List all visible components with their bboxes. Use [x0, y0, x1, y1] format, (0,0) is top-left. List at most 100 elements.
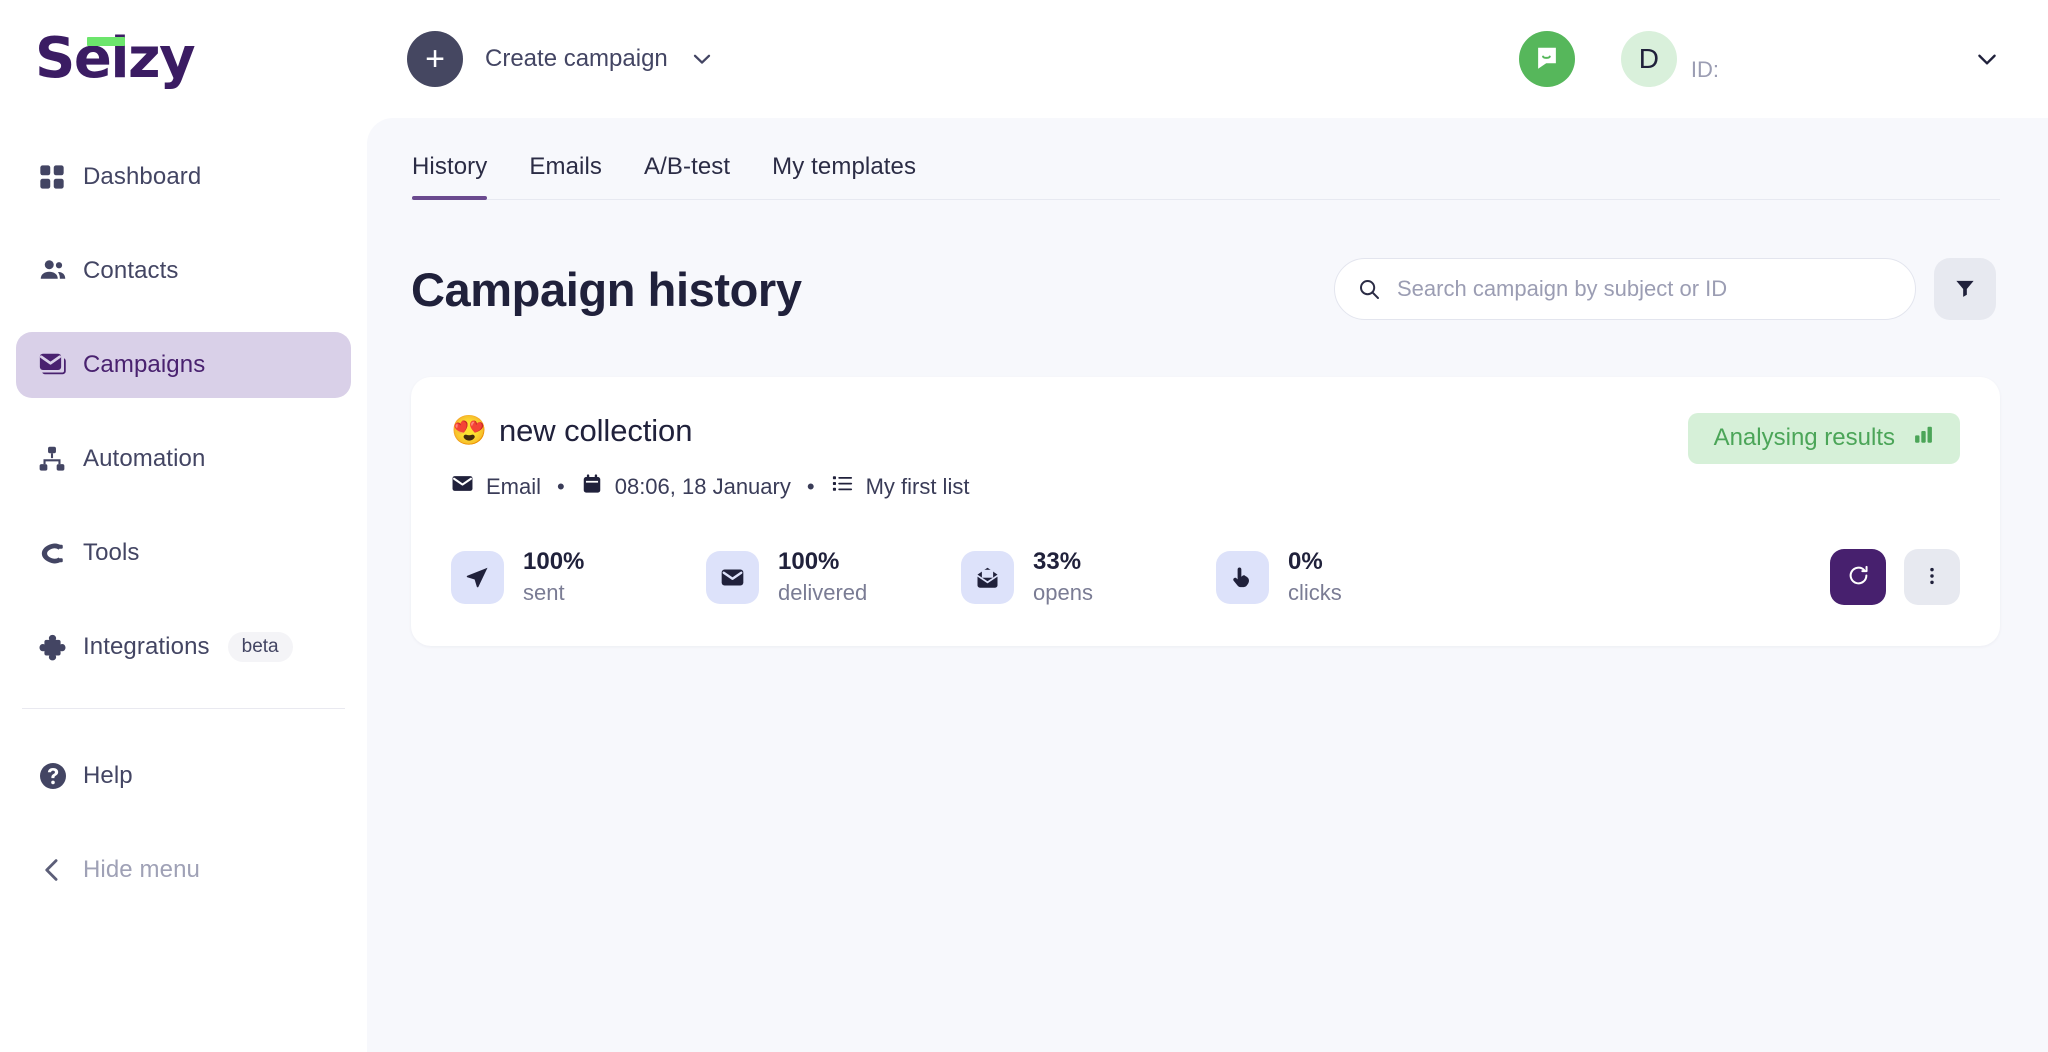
- sidebar-item-campaigns[interactable]: Campaigns: [16, 332, 351, 398]
- metric-value: 33%: [1033, 548, 1082, 575]
- people-icon: [38, 256, 74, 286]
- metric-label: opens: [1033, 580, 1093, 605]
- sidebar-nav: Dashboard Contacts Campaigns Automation …: [16, 144, 351, 903]
- more-vertical-icon: [1921, 565, 1943, 590]
- metric-opens: 33% opens: [961, 547, 1216, 608]
- sidebar-item-dashboard[interactable]: Dashboard: [16, 144, 351, 210]
- header-controls: [1334, 258, 1996, 320]
- campaign-datetime-label: 08:06, 18 January: [614, 473, 791, 499]
- sidebar-divider: [22, 708, 345, 709]
- sidebar-item-tools[interactable]: Tools: [16, 520, 351, 586]
- brand-logo[interactable]: Selzy: [16, 0, 351, 118]
- sitemap-icon: [38, 445, 74, 473]
- main-area: History Emails A/B-test My templates Cam…: [367, 0, 2048, 1052]
- send-icon: [451, 550, 504, 604]
- repeat-campaign-button[interactable]: [1830, 549, 1886, 606]
- sidebar-item-label: Help: [83, 762, 133, 789]
- metric-text: 100% sent: [523, 547, 584, 608]
- create-campaign-label: Create campaign: [485, 45, 668, 72]
- campaign-datetime: 08:06, 18 January: [581, 473, 791, 501]
- campaign-name: new collection: [499, 413, 693, 448]
- metric-value: 100%: [523, 548, 585, 575]
- tools-c-icon: [38, 540, 74, 567]
- metric-text: 33% opens: [1033, 547, 1093, 608]
- campaign-title-row: 😍 new collection: [451, 413, 969, 449]
- campaign-list: My first list: [831, 472, 970, 501]
- sidebar-item-automation[interactable]: Automation: [16, 426, 351, 492]
- sidebar-item-label: Integrations: [83, 633, 210, 660]
- help-circle-icon: [38, 761, 74, 791]
- search-box[interactable]: [1334, 258, 1916, 320]
- more-options-button[interactable]: [1904, 549, 1960, 606]
- status-badge-label: Analysing results: [1713, 424, 1895, 451]
- account-chevron-down-icon[interactable]: [1974, 46, 2000, 72]
- open-envelope-icon: [961, 550, 1014, 604]
- search-icon: [1357, 277, 1381, 301]
- click-hand-icon: [1216, 550, 1269, 604]
- sidebar-item-contacts[interactable]: Contacts: [16, 238, 351, 304]
- sidebar: Selzy Dashboard Contacts Campaigns Autom…: [0, 0, 367, 1052]
- hide-menu-label: Hide menu: [83, 856, 200, 883]
- account-menu[interactable]: D ID:: [1620, 31, 1719, 87]
- metric-text: 0% clicks: [1288, 547, 1342, 608]
- campaign-meta: Email • 08:06, 18 January • My first lis…: [451, 472, 969, 501]
- tab-ab-test[interactable]: A/B-test: [644, 153, 730, 199]
- logo-text: Selzy: [35, 26, 196, 91]
- campaign-info: 😍 new collection Email • 08:06, 18 Janua…: [451, 413, 969, 501]
- avatar: D: [1620, 31, 1677, 87]
- envelope-icon: [706, 550, 759, 604]
- metric-label: sent: [523, 580, 565, 605]
- sidebar-item-label: Campaigns: [83, 351, 206, 378]
- campaign-card[interactable]: 😍 new collection Email • 08:06, 18 Janua…: [411, 377, 2000, 646]
- grid-icon: [38, 163, 74, 191]
- chevron-left-icon: [38, 856, 74, 884]
- campaign-list-label: My first list: [865, 473, 970, 499]
- refresh-icon: [1847, 564, 1870, 590]
- campaign-channel: Email: [451, 472, 541, 501]
- sidebar-bottom-group: Help Hide menu: [16, 743, 351, 903]
- sidebar-item-label: Tools: [83, 539, 140, 566]
- sidebar-item-help[interactable]: Help: [16, 743, 351, 809]
- plus-icon[interactable]: +: [407, 31, 463, 87]
- metric-delivered: 100% delivered: [706, 547, 961, 608]
- create-campaign-button[interactable]: + Create campaign: [407, 31, 714, 87]
- metric-clicks: 0% clicks: [1216, 547, 1471, 608]
- topbar-right: D ID:: [1518, 31, 2000, 87]
- campaign-metrics-row: 100% sent 100% delivered 33% opens 0% cl…: [451, 547, 1960, 608]
- metric-label: clicks: [1288, 580, 1342, 605]
- metric-value: 0%: [1288, 548, 1323, 575]
- envelope-stack-icon: [38, 350, 74, 380]
- tab-bar: History Emails A/B-test My templates: [411, 118, 2000, 200]
- chevron-down-icon: [690, 47, 714, 71]
- metric-sent: 100% sent: [451, 547, 706, 608]
- hide-menu-button[interactable]: Hide menu: [16, 837, 351, 903]
- meta-separator: •: [557, 473, 565, 499]
- app-root: Selzy Dashboard Contacts Campaigns Autom…: [0, 0, 2048, 1052]
- campaign-emoji: 😍: [451, 414, 488, 447]
- metric-value: 100%: [778, 548, 840, 575]
- puzzle-icon: [38, 633, 74, 662]
- bar-chart-icon: [1913, 424, 1934, 452]
- calendar-icon: [581, 473, 603, 501]
- tab-emails[interactable]: Emails: [529, 153, 602, 199]
- sidebar-item-label: Automation: [83, 445, 206, 472]
- metric-label: delivered: [778, 580, 868, 605]
- sidebar-item-integrations[interactable]: Integrations beta: [16, 614, 351, 680]
- campaign-actions: [1830, 549, 1960, 606]
- content-panel: History Emails A/B-test My templates Cam…: [367, 118, 2048, 1052]
- campaign-metrics: 100% sent 100% delivered 33% opens 0% cl…: [451, 547, 1830, 608]
- search-input[interactable]: [1397, 276, 1893, 302]
- status-badge: Analysing results: [1687, 413, 1960, 464]
- metric-text: 100% delivered: [778, 547, 867, 608]
- support-chat-button[interactable]: [1518, 31, 1575, 87]
- campaign-card-header: 😍 new collection Email • 08:06, 18 Janua…: [451, 413, 1960, 501]
- filter-button[interactable]: [1934, 258, 1996, 320]
- sidebar-item-label: Dashboard: [83, 163, 202, 190]
- filter-icon: [1954, 277, 1976, 302]
- tab-my-templates[interactable]: My templates: [772, 153, 916, 199]
- account-id-label: ID:: [1690, 57, 1719, 82]
- page-header: Campaign history: [411, 258, 2000, 320]
- envelope-icon: [451, 472, 474, 501]
- meta-separator: •: [806, 473, 815, 499]
- tab-history[interactable]: History: [412, 153, 488, 200]
